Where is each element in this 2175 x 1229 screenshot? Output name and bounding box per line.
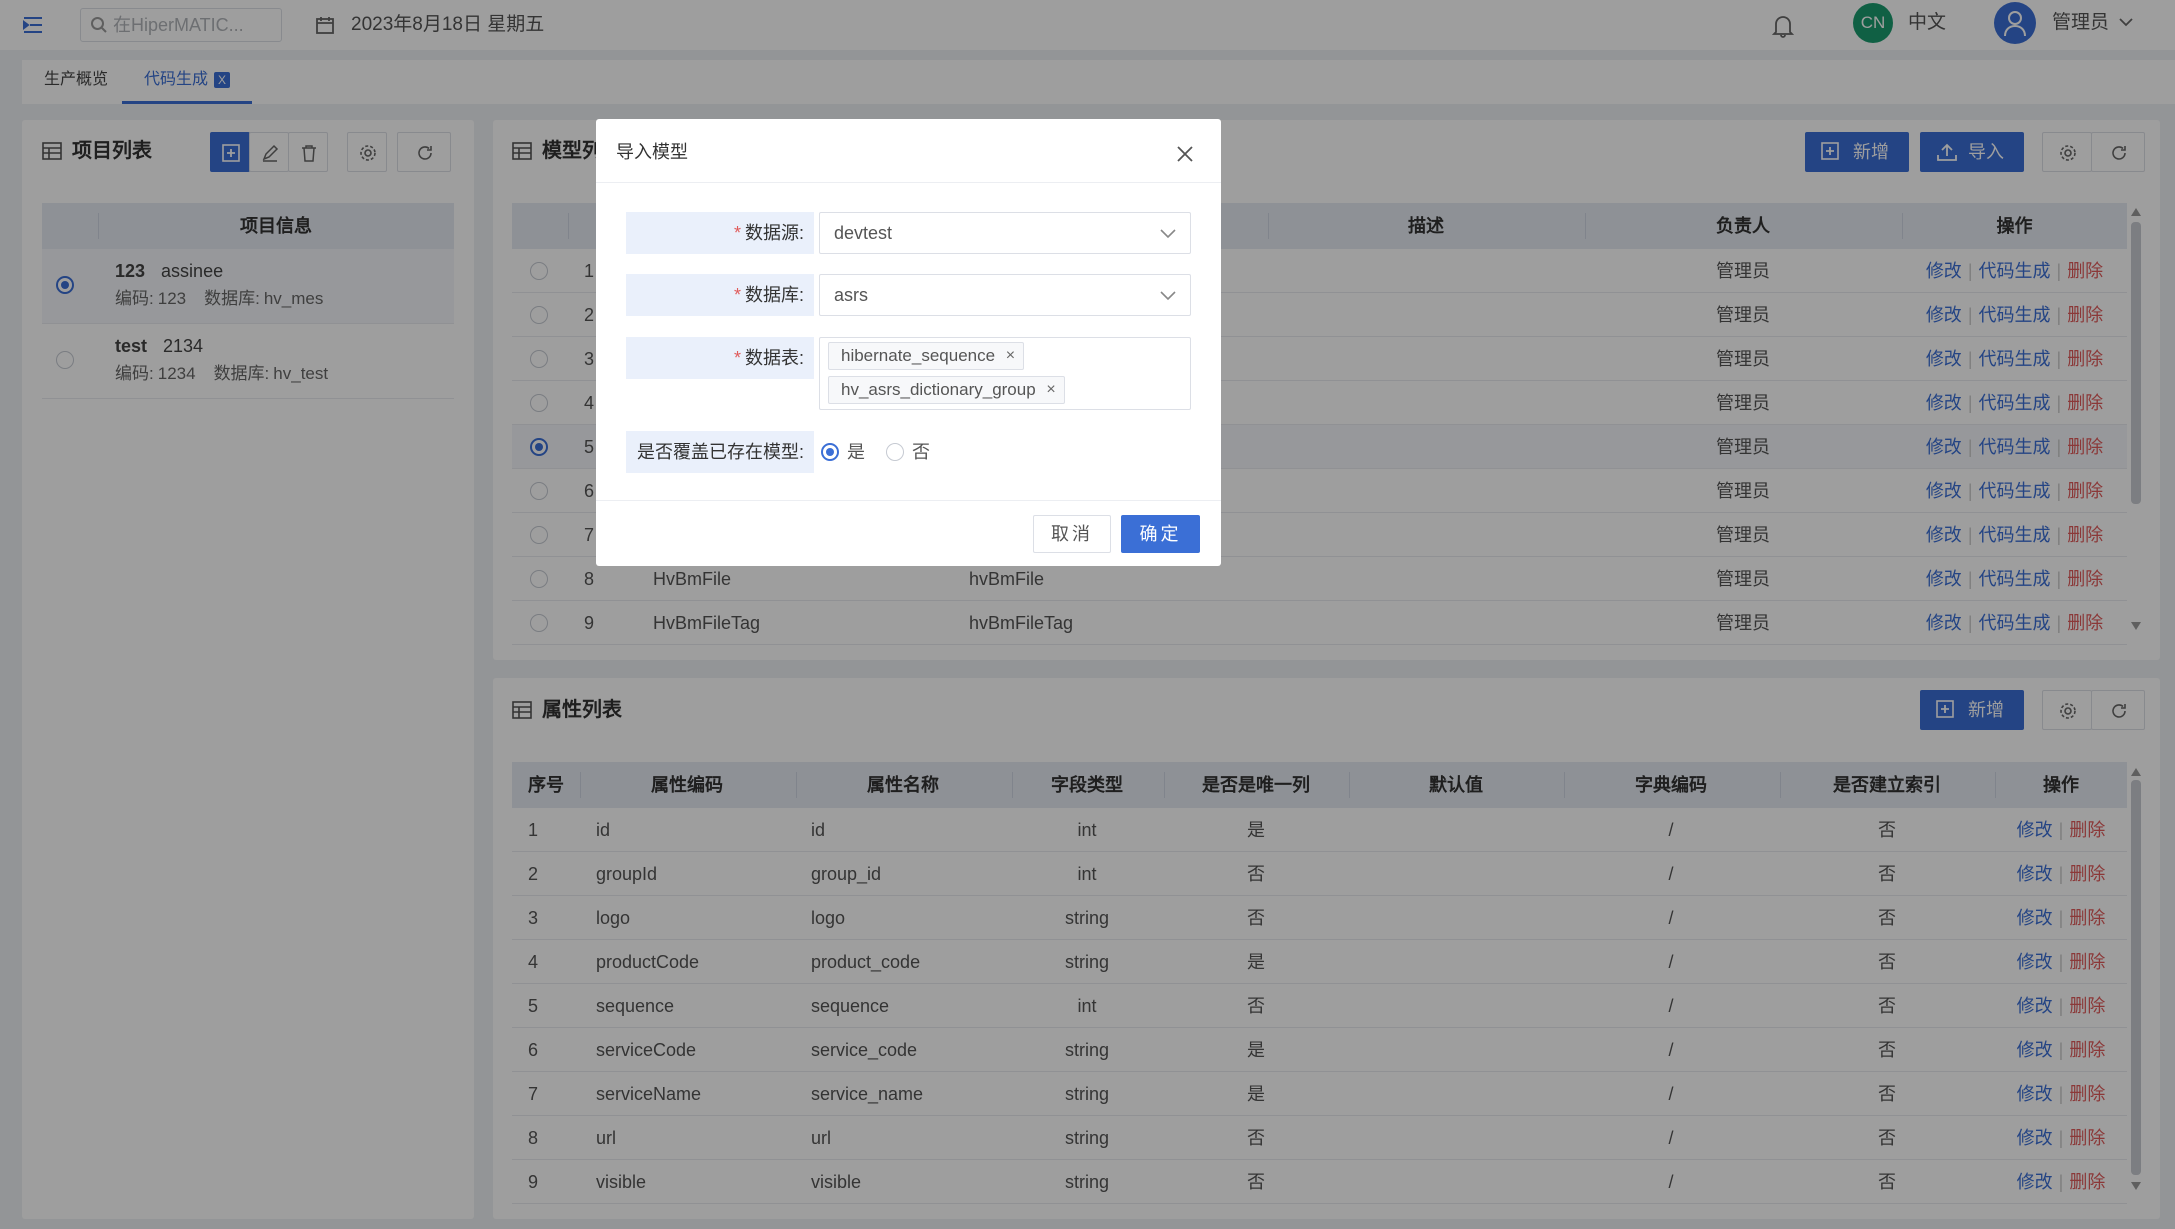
datasource-select[interactable]: devtest [819, 212, 1191, 254]
confirm-button[interactable]: 确定 [1121, 515, 1200, 553]
table-tag: hibernate_sequence × [828, 342, 1025, 370]
database-label: * 数据库: [626, 274, 814, 316]
database-value: asrs [834, 285, 869, 305]
database-select[interactable]: asrs [819, 274, 1191, 316]
overwrite-no-radio[interactable]: 否 [886, 439, 930, 465]
table-multi-select[interactable]: hibernate_sequence × hv_asrs_dictionary_g… [819, 337, 1191, 410]
dialog-footer-divider [596, 500, 1221, 501]
tag-close-icon[interactable]: × [1006, 343, 1015, 369]
dialog-header-divider [596, 182, 1221, 183]
chevron-down-icon [1160, 291, 1176, 301]
overwrite-yes-radio[interactable]: 是 [821, 439, 865, 465]
table-label: * 数据表: [626, 337, 814, 379]
datasource-value: devtest [834, 223, 893, 243]
close-icon[interactable] [1176, 145, 1194, 163]
cancel-button[interactable]: 取消 [1033, 515, 1111, 553]
overwrite-label: 是否覆盖已存在模型: [626, 431, 814, 473]
dialog-title: 导入模型 [616, 142, 688, 162]
chevron-down-icon [1160, 229, 1176, 239]
import-model-dialog: 导入模型 * 数据源: devtest * 数据库: asrs * 数据表: hibe… [596, 119, 1221, 566]
datasource-label: * 数据源: [626, 212, 814, 254]
tag-close-icon[interactable]: × [1046, 377, 1055, 403]
radio-unchecked [886, 443, 904, 461]
radio-checked [821, 443, 839, 461]
table-tag: hv_asrs_dictionary_group × [828, 376, 1065, 404]
